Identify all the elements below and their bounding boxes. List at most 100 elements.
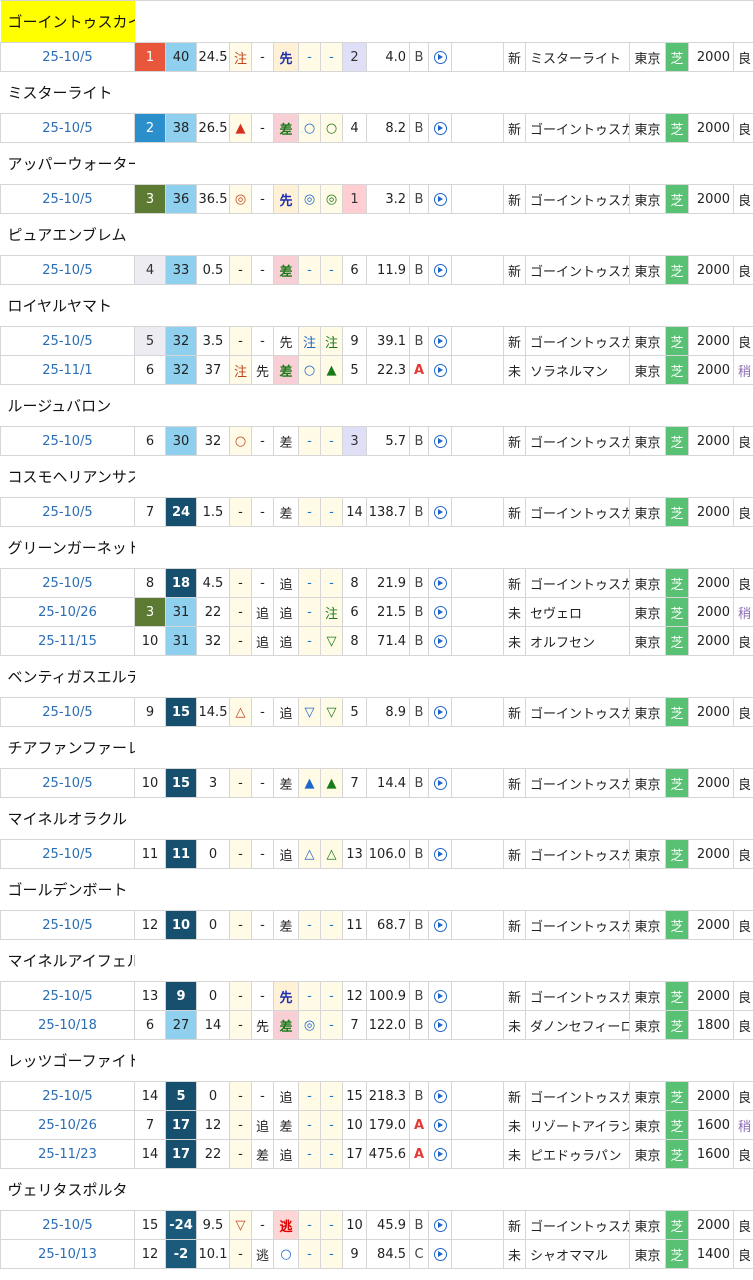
- play-video-icon[interactable]: [433, 50, 447, 64]
- race-date-link[interactable]: 25-10/5: [0, 1081, 135, 1111]
- winner-name[interactable]: リゾートアイランド: [525, 1110, 630, 1140]
- video-cell[interactable]: [428, 326, 452, 356]
- play-video-icon[interactable]: [433, 1089, 447, 1103]
- winner-name[interactable]: ゴーイントゥスカイ: [525, 497, 630, 527]
- race-date-link[interactable]: 25-10/18: [0, 1010, 135, 1040]
- winner-name[interactable]: ゴーイントゥスカイ: [525, 426, 630, 456]
- winner-name[interactable]: ゴーイントゥスカイ: [525, 184, 630, 214]
- race-date-link[interactable]: 25-10/5: [0, 42, 135, 72]
- video-cell[interactable]: [428, 113, 452, 143]
- race-date-link[interactable]: 25-10/5: [0, 255, 135, 285]
- horse-name[interactable]: ゴールデンボート: [0, 868, 135, 911]
- play-video-icon[interactable]: [433, 576, 447, 590]
- play-video-icon[interactable]: [433, 505, 447, 519]
- race-date-link[interactable]: 25-10/5: [0, 184, 135, 214]
- video-cell[interactable]: [428, 768, 452, 798]
- play-video-icon[interactable]: [433, 1218, 447, 1232]
- video-cell[interactable]: [428, 255, 452, 285]
- play-video-icon[interactable]: [433, 121, 447, 135]
- video-cell[interactable]: [428, 568, 452, 598]
- winner-name[interactable]: オルフセン: [525, 626, 630, 656]
- winner-name[interactable]: ダノンセフィーロ: [525, 1010, 630, 1040]
- winner-name[interactable]: ゴーイントゥスカイ: [525, 568, 630, 598]
- video-cell[interactable]: [428, 597, 452, 627]
- video-cell[interactable]: [428, 184, 452, 214]
- play-video-icon[interactable]: [433, 434, 447, 448]
- video-cell[interactable]: [428, 981, 452, 1011]
- race-date-link[interactable]: 25-10/5: [0, 981, 135, 1011]
- video-cell[interactable]: [428, 839, 452, 869]
- winner-name[interactable]: ゴーイントゥスカイ: [525, 697, 630, 727]
- play-video-icon[interactable]: [433, 1018, 447, 1032]
- winner-name[interactable]: ゴーイントゥスカイ: [525, 768, 630, 798]
- horse-name[interactable]: ベンティガスエルテ: [0, 655, 135, 698]
- race-date-link[interactable]: 25-10/5: [0, 426, 135, 456]
- race-date-link[interactable]: 25-10/5: [0, 768, 135, 798]
- race-date-link[interactable]: 25-11/1: [0, 355, 135, 385]
- horse-name[interactable]: ルージュバロン: [0, 384, 135, 427]
- race-date-link[interactable]: 25-11/23: [0, 1139, 135, 1169]
- race-date-link[interactable]: 25-10/5: [0, 697, 135, 727]
- play-video-icon[interactable]: [433, 1247, 447, 1261]
- play-video-icon[interactable]: [433, 918, 447, 932]
- race-date-link[interactable]: 25-10/5: [0, 497, 135, 527]
- horse-name[interactable]: マイネルオラクル: [0, 797, 135, 840]
- race-date-link[interactable]: 25-10/26: [0, 1110, 135, 1140]
- winner-name[interactable]: ゴーイントゥスカイ: [525, 981, 630, 1011]
- play-video-icon[interactable]: [433, 776, 447, 790]
- video-cell[interactable]: [428, 1110, 452, 1140]
- video-cell[interactable]: [428, 355, 452, 385]
- video-cell[interactable]: [428, 697, 452, 727]
- winner-name[interactable]: ゴーイントゥスカイ: [525, 326, 630, 356]
- play-video-icon[interactable]: [433, 847, 447, 861]
- video-cell[interactable]: [428, 1139, 452, 1169]
- race-date-link[interactable]: 25-10/5: [0, 568, 135, 598]
- horse-name[interactable]: コスモヘリアンサス: [0, 455, 135, 498]
- horse-name[interactable]: レッツゴーファイト: [0, 1039, 135, 1082]
- video-cell[interactable]: [428, 1010, 452, 1040]
- video-cell[interactable]: [428, 626, 452, 656]
- race-date-link[interactable]: 25-10/5: [0, 839, 135, 869]
- horse-name[interactable]: マイネルアイフェル: [0, 939, 135, 982]
- winner-name[interactable]: シャオママル: [525, 1239, 630, 1269]
- horse-name[interactable]: ヴェリタスポルタ: [0, 1168, 135, 1211]
- play-video-icon[interactable]: [433, 989, 447, 1003]
- winner-name[interactable]: ゴーイントゥスカイ: [525, 113, 630, 143]
- video-cell[interactable]: [428, 42, 452, 72]
- play-video-icon[interactable]: [433, 363, 447, 377]
- play-video-icon[interactable]: [433, 263, 447, 277]
- horse-name[interactable]: ミスターライト: [0, 71, 135, 114]
- play-video-icon[interactable]: [433, 705, 447, 719]
- winner-name[interactable]: ゴーイントゥスカイ: [525, 1081, 630, 1111]
- horse-name[interactable]: ロイヤルヤマト: [0, 284, 135, 327]
- video-cell[interactable]: [428, 497, 452, 527]
- winner-name[interactable]: ゴーイントゥスカイ: [525, 1210, 630, 1240]
- video-cell[interactable]: [428, 1081, 452, 1111]
- winner-name[interactable]: ソラネルマン: [525, 355, 630, 385]
- race-date-link[interactable]: 25-10/26: [0, 597, 135, 627]
- race-date-link[interactable]: 25-10/5: [0, 910, 135, 940]
- video-cell[interactable]: [428, 426, 452, 456]
- play-video-icon[interactable]: [433, 634, 447, 648]
- winner-name[interactable]: ゴーイントゥスカイ: [525, 839, 630, 869]
- winner-name[interactable]: ピエドゥラパン: [525, 1139, 630, 1169]
- horse-name[interactable]: ピュアエンブレム: [0, 213, 135, 256]
- play-video-icon[interactable]: [433, 192, 447, 206]
- video-cell[interactable]: [428, 1210, 452, 1240]
- play-video-icon[interactable]: [433, 334, 447, 348]
- race-date-link[interactable]: 25-10/13: [0, 1239, 135, 1269]
- winner-name[interactable]: ゴーイントゥスカイ: [525, 255, 630, 285]
- horse-name[interactable]: ゴーイントゥスカイ: [0, 0, 135, 43]
- video-cell[interactable]: [428, 910, 452, 940]
- winner-name[interactable]: セヴェロ: [525, 597, 630, 627]
- play-video-icon[interactable]: [433, 605, 447, 619]
- race-date-link[interactable]: 25-10/5: [0, 1210, 135, 1240]
- race-date-link[interactable]: 25-11/15: [0, 626, 135, 656]
- winner-name[interactable]: ミスターライト: [525, 42, 630, 72]
- horse-name[interactable]: アッパーウォーター: [0, 142, 135, 185]
- play-video-icon[interactable]: [433, 1118, 447, 1132]
- video-cell[interactable]: [428, 1239, 452, 1269]
- race-date-link[interactable]: 25-10/5: [0, 326, 135, 356]
- horse-name[interactable]: チアファンファーレ: [0, 726, 135, 769]
- race-date-link[interactable]: 25-10/5: [0, 113, 135, 143]
